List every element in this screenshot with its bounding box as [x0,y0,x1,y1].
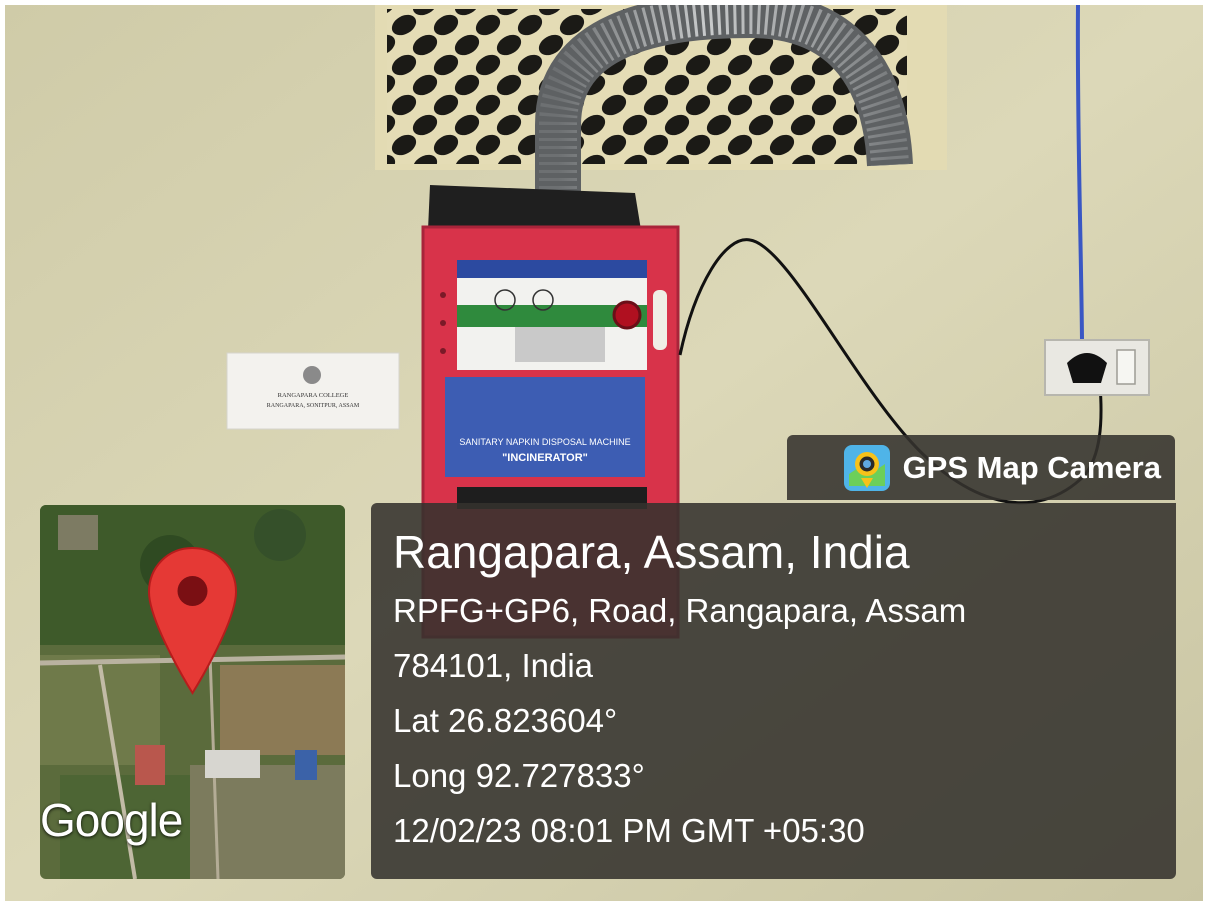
red-button [612,300,642,330]
college-label-line2: RANGAPARA, SONITPUR, ASSAM [267,403,360,409]
address-line-1: RPFG+GP6, Road, Rangapara, Assam [393,592,967,629]
place-title: Rangapara, Assam, India [393,526,910,578]
map-thumbnail: Google [40,505,345,879]
college-label-line1: RANGAPARA COLLEGE [278,392,349,399]
machine-panel-text: SANITARY NAPKIN DISPOSAL MACHINE [459,437,630,447]
photo-frame: SANITARY NAPKIN DISPOSAL MACHINE "INCINE… [5,5,1203,901]
map-pin-icon [147,546,238,695]
google-logo: Google [40,794,183,846]
gps-map-camera-app-icon [843,444,890,491]
brand-label: GPS Map Camera [902,449,1161,485]
longitude: Long 92.727833° [393,757,645,794]
gps-map-camera-badge: GPS Map Camera [787,435,1175,500]
timestamp: 12/02/23 08:01 PM GMT +05:30 [393,812,865,849]
latitude: Lat 26.823604° [393,702,618,739]
address-line-2: 784101, India [393,647,594,684]
machine-panel-text2: "INCINERATOR" [502,452,588,464]
college-label-card [226,352,400,430]
location-info-panel: Rangapara, Assam, India RPFG+GP6, Road, … [371,503,1176,879]
